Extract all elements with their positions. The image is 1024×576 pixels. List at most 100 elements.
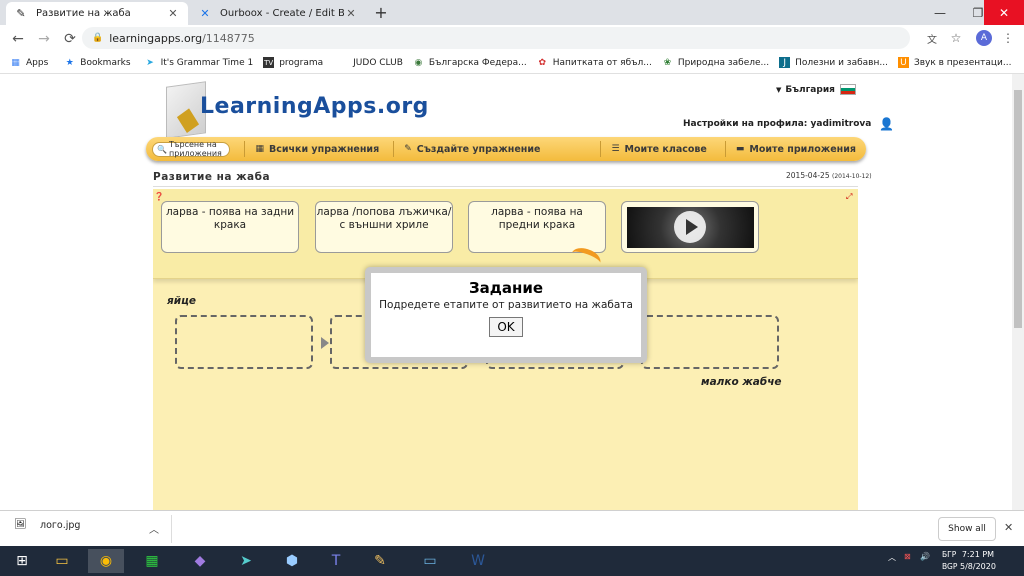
nav-label: Създайте упражнение — [416, 143, 541, 155]
clock-time: 7:21 PM — [961, 550, 995, 559]
paper-plane-icon[interactable]: ➤ — [228, 549, 264, 573]
scrollbar-thumb[interactable] — [1014, 90, 1022, 328]
page-scrollbar[interactable] — [1012, 74, 1024, 510]
tab-learningapps[interactable]: ✎ Развитие на жаба ✕ — [6, 2, 188, 25]
u-icon: U — [897, 57, 909, 68]
pencil-icon: ✎ — [404, 144, 412, 154]
network-icon[interactable]: ⊠ — [904, 552, 911, 561]
url-host: learningapps.org — [109, 31, 203, 45]
profile-avatar[interactable]: A — [974, 28, 994, 48]
url-path: /1148775 — [202, 31, 255, 45]
bookmark-apple-drink[interactable]: ✿ Напитката от ябъл... — [537, 57, 652, 68]
minimize-button[interactable]: — — [920, 0, 960, 25]
play-icon[interactable] — [674, 211, 706, 243]
forward-button[interactable]: → — [32, 27, 56, 51]
bookmark-label: Българска Федера... — [428, 57, 527, 68]
show-all-button[interactable]: Show all — [938, 517, 996, 541]
paint-icon[interactable]: ✎ — [362, 549, 398, 573]
word-icon[interactable]: W — [460, 549, 496, 573]
label-start: яйце — [167, 295, 197, 307]
system-clock[interactable]: 7:21 PM 5/8/2020 — [960, 549, 996, 573]
bookmark-label: Полезни и забавн... — [795, 57, 888, 68]
bookmark-apps[interactable]: ▦ Apps — [10, 57, 48, 68]
downloads-divider — [171, 515, 172, 543]
drop-slot-4[interactable] — [641, 315, 779, 369]
stage-card[interactable]: ларва - поява на задни крака — [161, 201, 299, 253]
learningapps-logo[interactable]: LearningApps.org — [160, 80, 428, 140]
bookmark-label: programa — [279, 57, 324, 68]
title-divider — [153, 186, 858, 187]
tray-chevron-icon[interactable]: ︿ — [888, 552, 896, 563]
menu-icon[interactable]: ⋮ — [998, 28, 1018, 48]
bookmark-federation[interactable]: ◉ Българска Федера... — [413, 57, 527, 68]
grid-icon: ▦ — [255, 144, 264, 154]
country-selector[interactable]: ▼ България — [776, 84, 856, 95]
bookmark-nature[interactable]: ❀ Природна забеле... — [662, 57, 770, 68]
search-placeholder: Търсене на приложения — [168, 140, 222, 158]
volume-icon[interactable]: 🔊 — [920, 552, 930, 561]
back-button[interactable]: ← — [6, 27, 30, 51]
app-date-created: (2014-10-12) — [831, 173, 872, 180]
bookmark-label: It's Grammar Time 1 — [160, 57, 254, 68]
star-icon[interactable]: ☆ — [946, 28, 966, 48]
ok-button[interactable]: OK — [489, 317, 523, 337]
app-date: 2015-04-25 (2014-10-12) — [786, 171, 872, 180]
drop-slot-1[interactable] — [175, 315, 313, 369]
video-thumbnail — [627, 207, 754, 248]
bookmark-sound[interactable]: U Звук в презентаци... — [897, 57, 1011, 68]
nav-my-apps[interactable]: ▬ Моите приложения — [724, 141, 866, 157]
language-indicator[interactable]: БГР BGP — [942, 549, 957, 573]
tab-strip: ✎ Развитие на жаба ✕ ✕ Ourboox - Create … — [0, 0, 1024, 25]
file-explorer-icon[interactable]: ▭ — [44, 549, 80, 573]
apps-grid-icon: ▦ — [11, 57, 20, 68]
reload-button[interactable]: ⟳ — [58, 27, 82, 51]
bookmark-bookmarks[interactable]: ★ Bookmarks — [64, 57, 131, 68]
teams-icon[interactable]: T — [318, 549, 354, 573]
close-window-button[interactable]: ✕ — [984, 0, 1024, 25]
lock-icon: 🔒 — [92, 33, 104, 43]
language-primary: БГР — [942, 550, 957, 559]
close-downloads-icon[interactable]: ✕ — [1004, 521, 1013, 534]
close-tab-icon[interactable]: ✕ — [166, 7, 180, 20]
photos-icon[interactable]: ▭ — [412, 549, 448, 573]
chevron-down-icon: ▼ — [776, 85, 782, 94]
calculator-icon[interactable]: ▦ — [134, 549, 170, 573]
video-card[interactable] — [621, 201, 759, 253]
new-tab-button[interactable]: + — [372, 4, 390, 22]
flower-icon: ❀ — [663, 57, 672, 68]
translate-icon[interactable]: 文 — [922, 28, 942, 48]
nav-my-classes[interactable]: ☰ Моите класове — [600, 141, 716, 157]
tab-ourboox[interactable]: ✕ Ourboox - Create / Edit Book ✕ — [190, 2, 366, 25]
nav-create-exercise[interactable]: ✎ Създайте упражнение — [393, 141, 550, 157]
bookmark-useful[interactable]: J Полезни и забавн... — [779, 57, 888, 68]
download-item[interactable]: 🖼 лого.jpg — [14, 519, 80, 531]
country-label: България — [785, 84, 835, 95]
bookmark-programa[interactable]: TV programa — [263, 57, 323, 68]
close-tab-icon[interactable]: ✕ — [344, 7, 358, 20]
cube-icon[interactable]: ⬢ — [274, 549, 310, 573]
bookmark-label: Apps — [26, 57, 49, 68]
downloads-bar: 🖼 лого.jpg ︿ Show all ✕ — [0, 510, 1024, 546]
windows-start-icon[interactable]: ⊞ — [4, 549, 40, 573]
chevron-up-icon[interactable]: ︿ — [149, 521, 159, 536]
address-bar[interactable]: 🔒 learningapps.org/1148775 — [82, 27, 910, 49]
visual-studio-icon[interactable]: ◆ — [182, 549, 218, 573]
paper-plane-icon: ➤ — [146, 57, 154, 68]
nav-all-exercises[interactable]: ▦ Всички упражнения — [244, 141, 389, 157]
bookmark-judo[interactable]: JUDO CLUB — [353, 58, 403, 68]
download-filename: лого.jpg — [40, 519, 81, 531]
fullscreen-icon[interactable]: ⤢ — [846, 192, 856, 202]
nav-label: Всички упражнения — [268, 143, 380, 155]
learningapps-icon: ✎ — [16, 7, 26, 20]
chrome-icon[interactable]: ◉ — [88, 549, 124, 573]
task-dialog: Задание Подредете етапите от развитието … — [365, 267, 647, 363]
profile-settings[interactable]: Настройки на профила: yadimitrova 👤 — [683, 117, 894, 131]
nav-label: Моите класове — [624, 143, 707, 155]
bookmark-label: Напитката от ябъл... — [552, 57, 652, 68]
bookmark-label: Bookmarks — [80, 57, 131, 68]
bookmark-grammar[interactable]: ➤ It's Grammar Time 1 — [145, 57, 254, 68]
stage-card[interactable]: ларва - поява на предни крака — [468, 201, 606, 253]
stage-card[interactable]: ларва /попова лъжичка/ с външни хриле — [315, 201, 453, 253]
search-input[interactable]: 🔍 Търсене на приложения — [152, 140, 231, 158]
language-secondary: BGP — [942, 562, 958, 571]
